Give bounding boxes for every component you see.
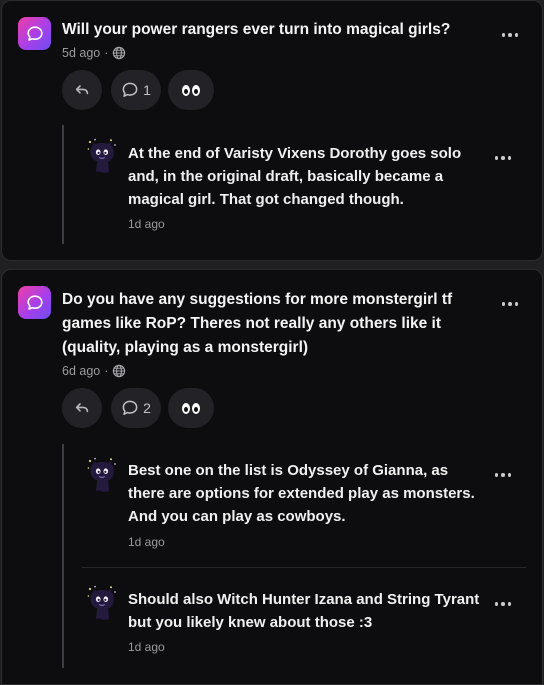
ask-avatar[interactable] bbox=[18, 286, 51, 319]
meta-separator: · bbox=[104, 46, 109, 60]
question-text: Do you have any suggestions for more mon… bbox=[62, 291, 453, 356]
reply-arrow-icon bbox=[74, 400, 90, 416]
post-meta: 5d ago · bbox=[62, 45, 126, 61]
reply-text: Best one on the list is Odyssey of Giann… bbox=[128, 462, 475, 525]
post-meta: 6d ago · bbox=[62, 363, 126, 379]
reply-divider bbox=[82, 567, 526, 568]
thread-line bbox=[62, 444, 64, 668]
thread-line bbox=[62, 125, 64, 244]
more-options-icon[interactable] bbox=[498, 296, 522, 312]
more-options-icon[interactable] bbox=[491, 150, 515, 166]
more-options-icon[interactable] bbox=[498, 27, 522, 43]
eyes-icon bbox=[182, 402, 200, 414]
comment-count: 2 bbox=[143, 400, 151, 416]
react-button[interactable] bbox=[168, 388, 214, 428]
reply-avatar[interactable] bbox=[86, 457, 118, 493]
ask-avatar[interactable] bbox=[18, 17, 51, 50]
post-time: 5d ago bbox=[62, 46, 101, 60]
reply-time: 1d ago bbox=[128, 640, 165, 654]
comment-button[interactable]: 1 bbox=[111, 70, 161, 110]
react-button[interactable] bbox=[168, 70, 214, 110]
more-options-icon[interactable] bbox=[491, 596, 515, 612]
comment-count: 1 bbox=[143, 82, 151, 98]
speech-bubble-icon bbox=[26, 25, 44, 43]
reply-arrow-icon bbox=[74, 82, 90, 98]
comment-icon bbox=[121, 81, 139, 99]
comment-button[interactable]: 2 bbox=[111, 388, 161, 428]
post-time: 6d ago bbox=[62, 364, 101, 378]
ask-card: Do you have any suggestions for more mon… bbox=[1, 269, 543, 685]
creature-avatar-icon bbox=[86, 457, 118, 493]
question-text: Will your power rangers ever turn into m… bbox=[62, 21, 451, 38]
meta-separator: · bbox=[104, 364, 109, 378]
reply-time: 1d ago bbox=[128, 217, 165, 231]
reply-avatar[interactable] bbox=[86, 138, 118, 174]
reply-avatar[interactable] bbox=[86, 585, 118, 621]
reply-button[interactable] bbox=[62, 388, 102, 428]
creature-avatar-icon bbox=[86, 138, 118, 174]
reply-time: 1d ago bbox=[128, 535, 165, 549]
ask-card: Will your power rangers ever turn into m… bbox=[1, 0, 543, 261]
globe-icon bbox=[112, 46, 126, 60]
creature-avatar-icon bbox=[86, 585, 118, 621]
more-options-icon[interactable] bbox=[491, 467, 515, 483]
reply-button[interactable] bbox=[62, 70, 102, 110]
speech-bubble-icon bbox=[26, 294, 44, 312]
reply-text: Should also Witch Hunter Izana and Strin… bbox=[128, 591, 480, 631]
reply-text: At the end of Varisty Vixens Dorothy goe… bbox=[128, 145, 462, 208]
globe-icon bbox=[112, 364, 126, 378]
comment-icon bbox=[121, 399, 139, 417]
eyes-icon bbox=[182, 84, 200, 96]
